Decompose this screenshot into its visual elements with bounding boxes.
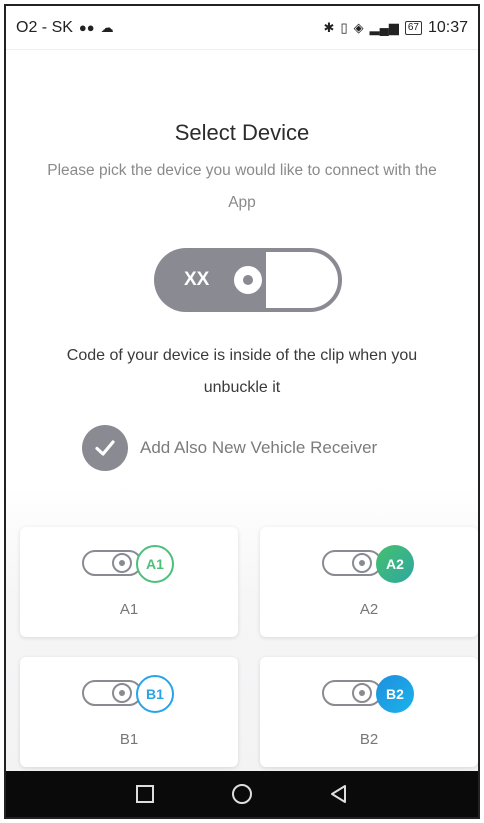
clip-hint: Code of your device is inside of the cli… [66, 347, 418, 396]
recent-apps-button[interactable] [125, 774, 165, 814]
device-clip-icon: B1 [82, 675, 178, 713]
carrier-text: O2 - SK [16, 18, 73, 36]
device-clip-icon: B2 [322, 675, 418, 713]
main-content: Select Device Please pick the device you… [6, 50, 478, 775]
device-label: B1 [119, 731, 139, 748]
link-icon: ●● [78, 20, 95, 35]
device-card-b2[interactable]: B2 B2 [260, 657, 478, 767]
signal-icon: ▂▄▆ [369, 19, 399, 35]
phone-frame: O2 - SK ●● ☁ ✱ ▯ ◈ ▂▄▆ 67 10:37 Select D… [4, 4, 480, 819]
device-label: A1 [119, 601, 139, 618]
cloud-icon: ☁ [100, 19, 114, 35]
device-label: A2 [359, 601, 379, 618]
device-label: B2 [359, 731, 379, 748]
add-vehicle-receiver-toggle[interactable]: Add Also New Vehicle Receiver [82, 425, 377, 471]
add-vehicle-receiver-label: Add Also New Vehicle Receiver [140, 438, 378, 457]
back-button[interactable] [319, 774, 359, 814]
circle-icon [231, 784, 252, 804]
page-title: Select Device [174, 120, 310, 145]
device-badge: A2 [376, 545, 414, 583]
device-card-a1[interactable]: A1 A1 [20, 527, 238, 637]
triangle-back-icon [331, 785, 347, 803]
status-left: O2 - SK ●● ☁ [16, 19, 114, 37]
clock-text: 10:37 [427, 18, 468, 36]
clip-dot [243, 275, 253, 285]
home-button[interactable] [222, 774, 262, 814]
device-badge: B1 [136, 675, 174, 713]
device-badge: B2 [376, 675, 414, 713]
device-clip-icon: A2 [322, 545, 418, 583]
page-subtitle: Please pick the device you would like to… [47, 162, 437, 211]
navigation-bar [6, 771, 478, 817]
bluetooth-icon: ✱ [323, 19, 335, 35]
clip-illustration: XX [154, 248, 342, 312]
status-bar: O2 - SK ●● ☁ ✱ ▯ ◈ ▂▄▆ 67 10:37 [6, 6, 478, 50]
device-badge: A1 [136, 545, 174, 583]
battery-icon: 67 [404, 20, 422, 35]
status-right: ✱ ▯ ◈ ▂▄▆ 67 10:37 [324, 19, 468, 37]
device-card-a2[interactable]: A2 A2 [260, 527, 478, 637]
clip-code: XX [184, 269, 210, 290]
checkmark-icon[interactable] [82, 425, 128, 471]
vibrate-icon: ▯ [340, 19, 348, 35]
device-clip-icon: A1 [82, 545, 178, 583]
device-card-b1[interactable]: B1 B1 [20, 657, 238, 767]
wifi-icon: ◈ [353, 19, 364, 35]
square-icon [135, 785, 154, 803]
